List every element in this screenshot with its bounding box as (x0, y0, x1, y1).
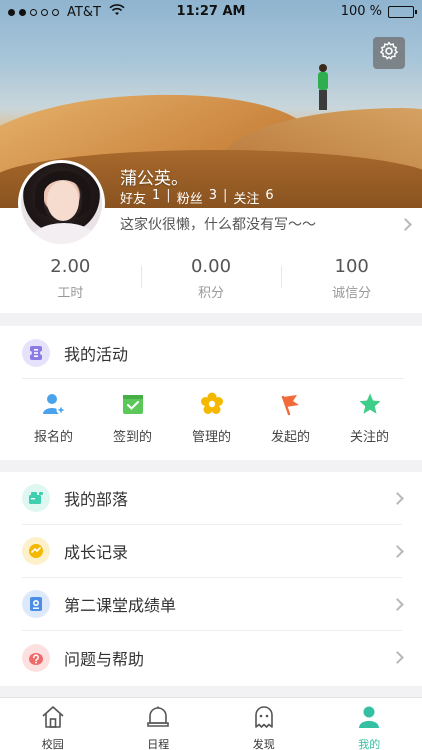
stat-value: 0.00 (190, 256, 232, 277)
stat-points[interactable]: 0.00 积分 (140, 252, 282, 307)
calendar-check-icon (93, 392, 172, 416)
following-label[interactable]: 关注 (233, 188, 259, 207)
help-icon (22, 643, 50, 672)
activity-title: 我的活动 (64, 345, 129, 364)
flag-icon (251, 392, 330, 416)
divider (22, 378, 404, 379)
battery-percent: 100 % (340, 4, 382, 19)
avatar[interactable] (18, 160, 105, 247)
stat-value: 2.00 (50, 256, 91, 277)
fans-label[interactable]: 粉丝 (177, 188, 203, 207)
transcript-icon (22, 590, 50, 618)
social-counts: 好友 1 | 粉丝 3 | 关注 6 (120, 188, 274, 207)
menu-item-help[interactable]: 问题与帮助 (22, 631, 404, 684)
fans-count[interactable]: 3 (209, 188, 217, 207)
stat-label: 诚信分 (332, 286, 372, 301)
person-figure (316, 64, 330, 114)
tab-bar: 校园 日程 发现 我的 (0, 697, 422, 750)
menu-list: 我的部落 成长记录 第二课堂成绩单 问题与帮助 (0, 472, 422, 686)
growth-icon (22, 537, 50, 565)
tab-campus[interactable]: 校园 (0, 698, 106, 750)
menu-item-label: 成长记录 (64, 543, 129, 562)
person-add-icon (14, 392, 93, 416)
chevron-right-icon (391, 544, 404, 558)
ticket-icon (22, 339, 50, 367)
tab-label: 我的 (358, 738, 381, 750)
chevron-right-icon (399, 217, 412, 231)
stat-work-hours[interactable]: 2.00 工时 (0, 252, 141, 307)
activity-item-signed-up[interactable]: 报名的 (14, 392, 93, 445)
tab-mine[interactable]: 我的 (317, 698, 422, 750)
tab-label: 日程 (147, 738, 170, 750)
menu-item-growth-record[interactable]: 成长记录 (22, 525, 404, 578)
separator: | (222, 188, 228, 203)
user-icon (356, 705, 382, 733)
activity-item-initiated[interactable]: 发起的 (251, 392, 330, 445)
activity-item-label: 管理的 (191, 430, 231, 445)
bio-text: 这家伙很懒，什么都没有写～～ (120, 217, 316, 233)
activity-item-label: 关注的 (349, 430, 389, 445)
activity-item-checked-in[interactable]: 签到的 (93, 392, 172, 445)
following-count[interactable]: 6 (265, 188, 273, 207)
tab-label: 校园 (41, 738, 64, 750)
battery-status: 100 % (340, 4, 417, 19)
chevron-right-icon (391, 491, 404, 505)
gear-icon (379, 41, 399, 65)
activity-item-label: 签到的 (112, 430, 152, 445)
chevron-right-icon (391, 651, 404, 664)
separator: | (166, 188, 171, 203)
chevron-right-icon (391, 597, 404, 611)
menu-item-label: 我的部落 (64, 490, 129, 509)
menu-item-my-tribe[interactable]: 我的部落 (22, 472, 404, 525)
tab-schedule[interactable]: 日程 (106, 698, 212, 750)
activity-item-managed[interactable]: 管理的 (172, 392, 251, 445)
activity-item-label: 报名的 (33, 430, 73, 445)
friends-count[interactable]: 1 (152, 188, 160, 207)
home-icon (40, 705, 66, 733)
battery-icon (388, 5, 417, 18)
bell-icon (145, 705, 171, 733)
stat-label: 工时 (57, 286, 84, 301)
star-icon (330, 392, 409, 416)
user-name: 蒲公英。 (120, 169, 188, 189)
activity-items: 报名的 签到的 管理的 发起的 关注的 (0, 392, 422, 445)
stats-row: 2.00 工时 0.00 积分 100 诚信分 (0, 252, 422, 307)
activity-item-label: 发起的 (270, 430, 310, 445)
activity-item-followed[interactable]: 关注的 (330, 392, 409, 445)
status-bar: AT&T 11:27 AM 100 % (0, 0, 422, 24)
ghost-icon (251, 705, 277, 733)
bio-row[interactable]: 这家伙很懒，什么都没有写～～ (120, 214, 412, 234)
menu-item-label: 第二课堂成绩单 (64, 596, 177, 615)
stat-credit[interactable]: 100 诚信分 (281, 252, 422, 307)
tribe-icon (22, 484, 50, 512)
tab-label: 发现 (252, 738, 275, 750)
gear-flower-icon (172, 392, 251, 416)
tab-discover[interactable]: 发现 (211, 698, 317, 750)
menu-item-label: 问题与帮助 (64, 649, 145, 669)
stat-label: 积分 (198, 286, 225, 301)
settings-button[interactable] (373, 37, 405, 69)
stat-value: 100 (334, 256, 369, 277)
activity-section: 我的活动 报名的 签到的 管理的 发起的 关注的 (0, 326, 422, 460)
friends-label[interactable]: 好友 (120, 188, 146, 207)
activity-header[interactable]: 我的活动 (22, 338, 128, 368)
menu-item-transcript[interactable]: 第二课堂成绩单 (22, 578, 404, 631)
